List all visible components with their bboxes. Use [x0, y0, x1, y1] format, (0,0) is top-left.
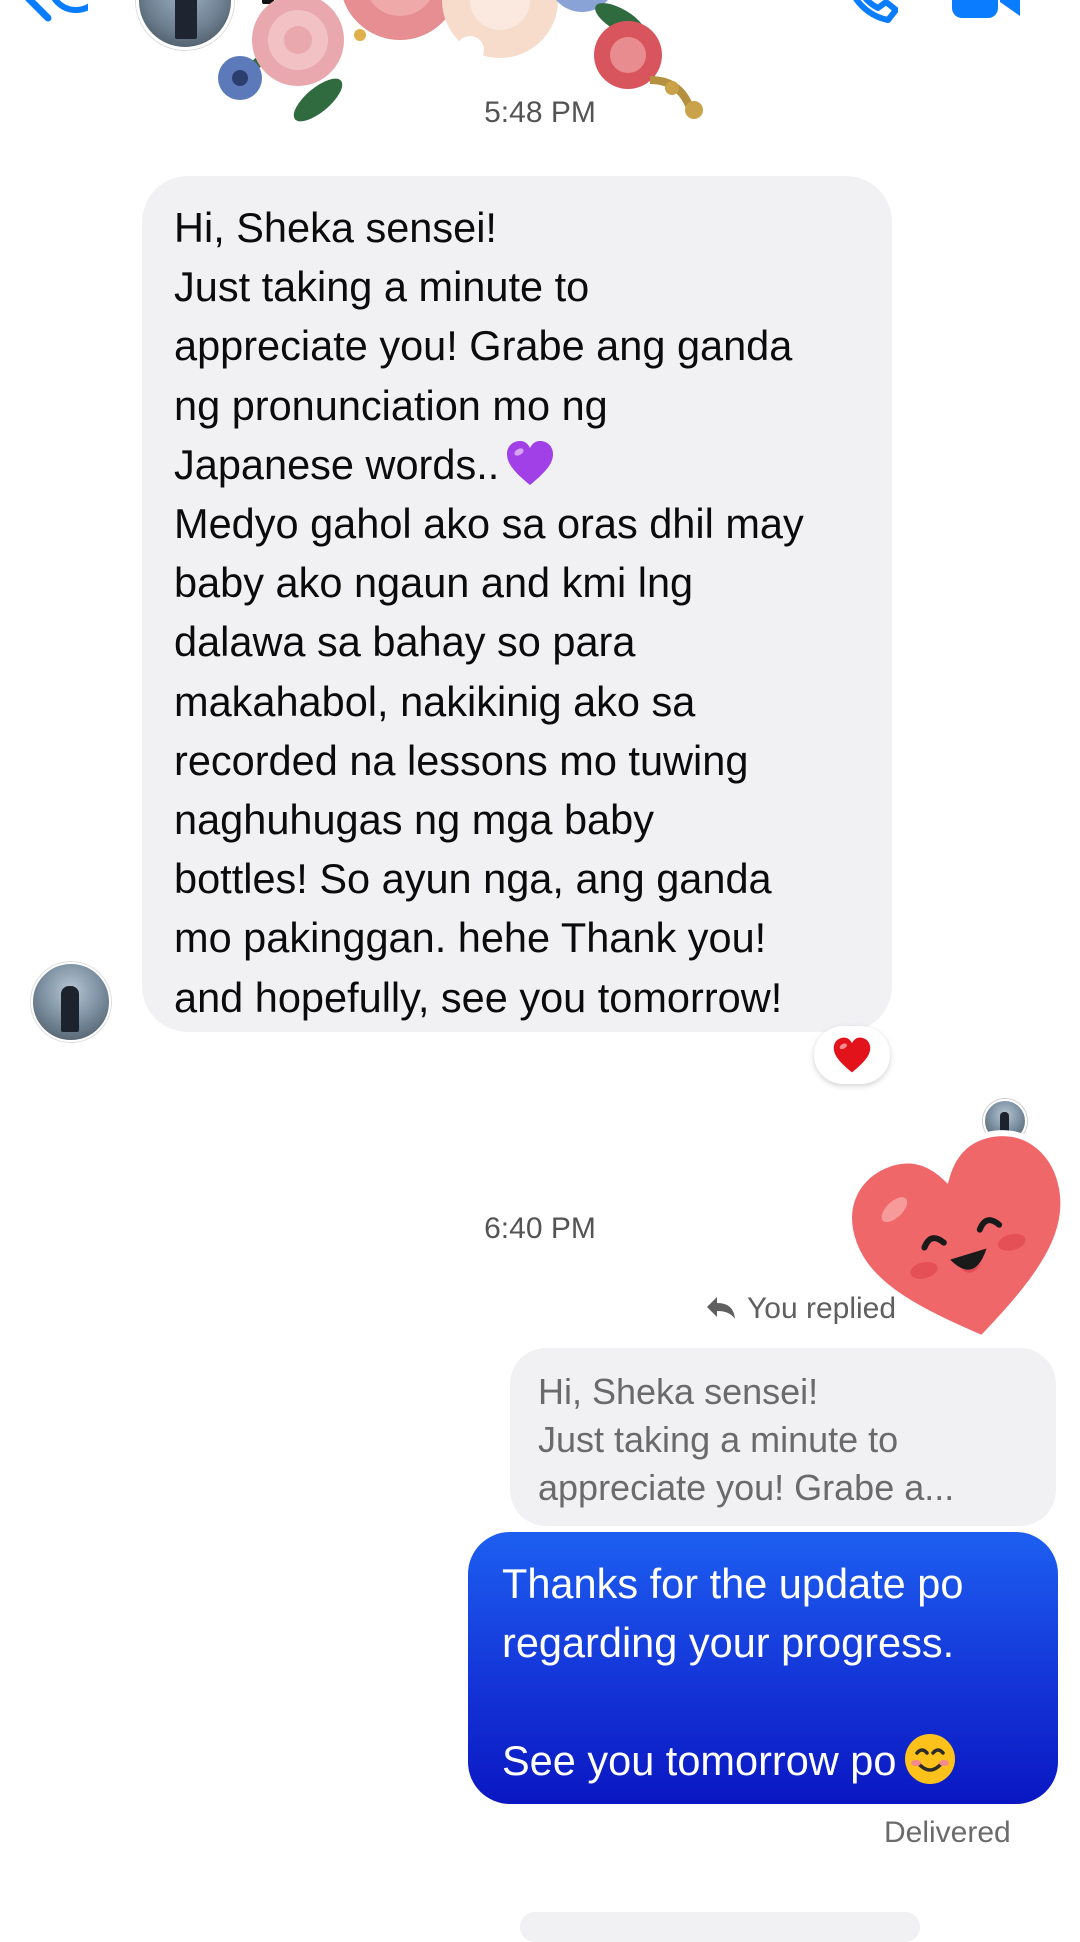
message-line: mo pakinggan. hehe Thank you!	[174, 914, 767, 962]
sender-avatar[interactable]	[31, 962, 111, 1042]
purple-heart-icon	[507, 440, 554, 485]
message-line: Medyo gahol ako sa oras dhil may	[174, 500, 804, 548]
reply-arrow-icon	[707, 1297, 735, 1319]
message-line: makahabol, nakikinig ako sa	[174, 677, 696, 725]
message-line: Hi, Sheka sensei!	[174, 204, 497, 251]
message-line: ng pronunciation mo ng	[174, 381, 608, 429]
message-line: regarding your progress.	[502, 1619, 955, 1666]
message-line: baby ako ngaun and kmi lng	[174, 559, 694, 607]
message-line: appreciate you! Grabe ang ganda	[174, 322, 793, 370]
incoming-message-bubble[interactable]: Hi, Sheka sensei! Just taking a minute t…	[142, 176, 892, 1032]
message-line: Japanese words..	[174, 435, 864, 494]
message-line: Just taking a minute to	[174, 263, 590, 311]
quoted-line: Just taking a minute to	[538, 1419, 899, 1460]
delivery-status: Delivered	[884, 1816, 1011, 1849]
red-heart-icon	[833, 1037, 871, 1073]
video-camera-icon[interactable]	[950, 0, 1022, 22]
quoted-line: Hi, Sheka sensei!	[538, 1371, 819, 1412]
message-line: dalawa sa bahay so para	[174, 618, 636, 666]
quoted-line: appreciate you! Grabe a...	[538, 1467, 955, 1508]
composer-edge	[520, 1912, 920, 1942]
message-line: recorded na lessons mo tuwing	[174, 736, 749, 784]
smiling-face-icon	[905, 1734, 956, 1784]
smiling-heart-sticker-icon	[846, 1130, 1067, 1342]
quoted-message-bubble[interactable]: Hi, Sheka sensei! Just taking a minute t…	[510, 1348, 1056, 1526]
message-line: naghuhugas ng mga baby	[174, 796, 654, 844]
message-line-text: See you tomorrow po	[502, 1737, 897, 1784]
message-reaction[interactable]	[814, 1026, 890, 1084]
outgoing-message-bubble[interactable]: Thanks for the update po regarding your …	[468, 1532, 1058, 1804]
back-chevron-icon[interactable]	[18, 0, 88, 22]
message-line: See you tomorrow po	[502, 1731, 1030, 1790]
message-line: and hopefully, see you tomorrow!	[174, 973, 783, 1021]
message-line-text: Japanese words..	[174, 440, 500, 488]
message-line: Thanks for the update po	[502, 1560, 964, 1607]
message-line: bottles! So ayun nga, ang ganda	[174, 855, 772, 903]
phone-icon[interactable]	[842, 0, 898, 26]
timestamp: 5:48 PM	[484, 96, 596, 129]
